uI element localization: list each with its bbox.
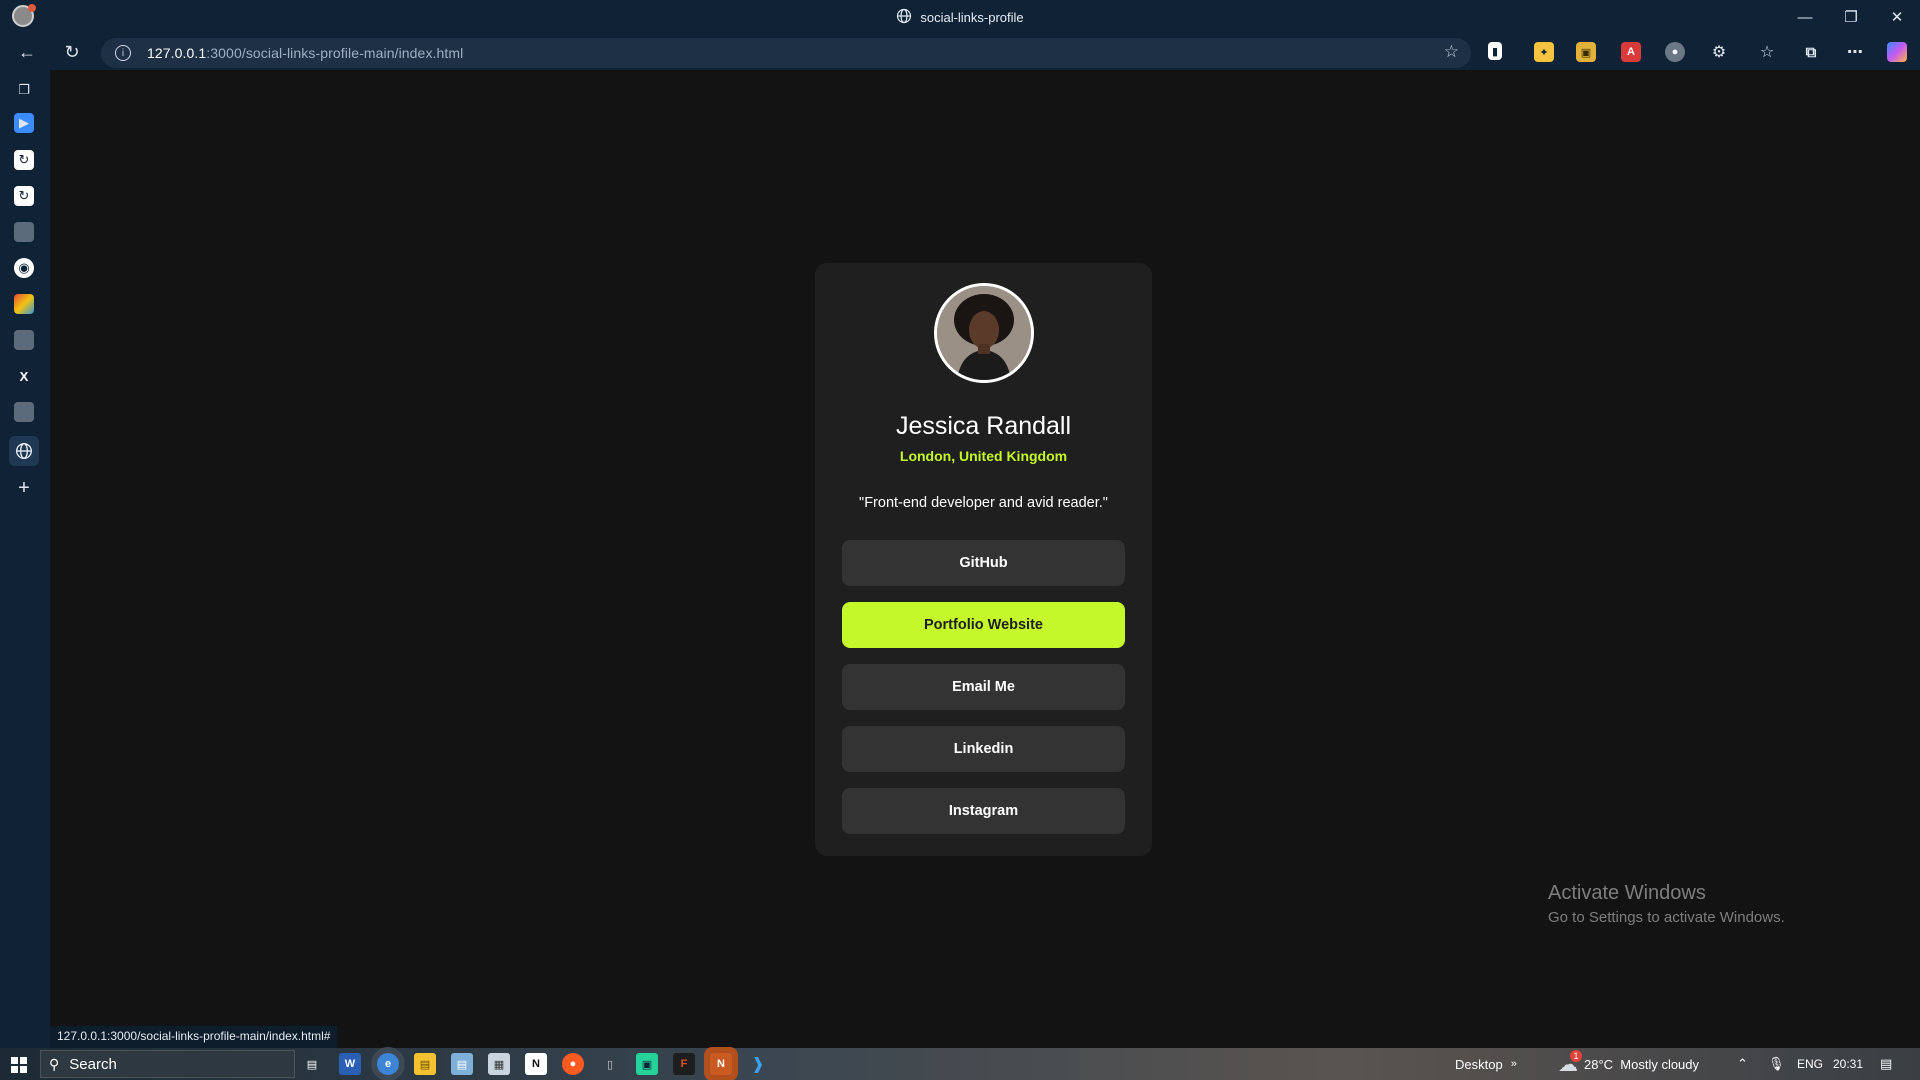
title-bar: social-links-profile — ❐ ✕ [0, 0, 1920, 34]
link-linkedin[interactable]: Linkedin [842, 726, 1125, 772]
tab-title: social-links-profile [920, 9, 1024, 25]
favorites-icon[interactable]: ☆ [1757, 42, 1777, 62]
info-icon[interactable]: i [115, 45, 131, 61]
file-explorer-icon[interactable]: ▤ [414, 1053, 436, 1075]
tab-actions-icon[interactable]: ❐ [14, 80, 34, 100]
profile-bio: "Front-end developer and avid reader." [859, 495, 1108, 511]
url-path: :3000/social-links-profile-main/index.ht… [206, 45, 464, 61]
chevron-icon: » [1510, 1058, 1517, 1070]
mic-icon[interactable]: 🎙 [1768, 1048, 1785, 1080]
globe-icon[interactable] [9, 436, 39, 466]
github-icon[interactable]: ◉ [14, 258, 34, 278]
taskbar: ⚲ Search ▤ W e ▤ ▤ ▦ N ● ▯ ▣ F N ❱ Deskt… [0, 1048, 1920, 1080]
figma-icon[interactable]: F [673, 1053, 695, 1075]
restore-button[interactable]: ❐ [1828, 0, 1874, 34]
extension-icon[interactable]: ● [1665, 42, 1685, 62]
more-icon[interactable]: ⋯ [1845, 42, 1865, 62]
app-icon[interactable] [14, 222, 34, 242]
chat-icon[interactable]: ▣ [636, 1053, 658, 1075]
activation-watermark: Activate Windows Go to Settings to activ… [1548, 882, 1785, 926]
weather-icon: ☁ 1 [1558, 1049, 1582, 1077]
weather-badge: 1 [1570, 1049, 1582, 1062]
link-github[interactable]: GitHub [842, 540, 1125, 586]
extensions-icon[interactable]: ⚙ [1709, 42, 1729, 62]
globe-icon [896, 8, 912, 27]
reddit-icon[interactable]: ● [562, 1053, 584, 1075]
url-host: 127.0.0.1 [147, 45, 207, 61]
app-icon[interactable] [14, 330, 34, 350]
address-url[interactable]: 127.0.0.1:3000/social-links-profile-main… [147, 45, 463, 61]
windows-icon[interactable] [11, 1057, 27, 1073]
collections-icon[interactable]: ⧉ [1801, 42, 1821, 62]
extension-icon[interactable]: ✦ [1534, 42, 1554, 62]
refresh-icon[interactable]: ↻ [58, 38, 86, 66]
notification-icon[interactable]: ▤ [1880, 1048, 1892, 1080]
close-button[interactable]: ✕ [1874, 0, 1920, 34]
task-view-icon[interactable]: ▤ [301, 1053, 323, 1075]
chevron-up-icon[interactable]: ⌃ [1737, 1048, 1748, 1080]
add-icon[interactable]: + [14, 477, 34, 499]
media-icon[interactable]: ▶ [14, 113, 34, 133]
reading-mode-icon[interactable]: ▮ [1488, 42, 1502, 60]
edge-icon[interactable]: e [377, 1053, 399, 1075]
app-icon[interactable] [14, 294, 34, 314]
weather-text: 28°C Mostly cloudy [1584, 1056, 1700, 1072]
search-icon: ⚲ [49, 1055, 60, 1072]
word-icon[interactable]: W [339, 1053, 361, 1075]
minimize-button[interactable]: — [1782, 0, 1828, 34]
avatar [934, 283, 1034, 383]
profile-name: Jessica Randall [895, 412, 1072, 440]
clock[interactable]: 20:31 [1833, 1048, 1863, 1080]
link-instagram[interactable]: Instagram [842, 788, 1125, 834]
desktop-label: Desktop [1455, 1056, 1503, 1072]
watermark-subtitle: Go to Settings to activate Windows. [1548, 909, 1785, 926]
usb-icon[interactable]: ▯ [599, 1053, 621, 1075]
navigation-bar: ← ↻ i 127.0.0.1:3000/social-links-profil… [0, 34, 1920, 70]
back-icon[interactable]: ← [13, 38, 41, 66]
extension-icon[interactable]: ▣ [1576, 42, 1596, 62]
notion-icon[interactable]: N [710, 1053, 732, 1075]
taskbar-search[interactable]: ⚲ Search [40, 1050, 295, 1078]
extension-icon[interactable]: A [1621, 42, 1641, 62]
status-url: 127.0.0.1:3000/social-links-profile-main… [50, 1026, 338, 1048]
watermark-title: Activate Windows [1548, 882, 1706, 904]
profile-location: London, United Kingdom [899, 448, 1068, 464]
app-icon[interactable]: ↻ [14, 150, 34, 170]
copilot-icon[interactable] [1887, 42, 1907, 62]
link-portfolio-website[interactable]: Portfolio Website [842, 602, 1125, 648]
vscode-icon[interactable]: ❱ [747, 1053, 769, 1075]
calculator-icon[interactable]: ▦ [488, 1053, 510, 1075]
link-email-me[interactable]: Email Me [842, 664, 1125, 710]
weather-widget[interactable]: ☁ 1 28°C Mostly cloudy [1558, 1048, 1699, 1080]
app-icon[interactable] [14, 402, 34, 422]
browser-sidebar: ❐ ▶ ↻ ↻ ◉ X + [0, 70, 50, 1048]
profile-card: Jessica Randall London, United Kingdom "… [815, 263, 1152, 856]
notepad-icon[interactable]: ▤ [451, 1053, 473, 1075]
taskbar-search-placeholder: Search [69, 1055, 117, 1073]
app-icon[interactable]: ↻ [14, 186, 34, 206]
x-icon[interactable]: X [14, 366, 34, 386]
tab-title-area: social-links-profile [0, 0, 1920, 34]
desktop-toolbar[interactable]: Desktop » [1455, 1048, 1517, 1080]
address-bar[interactable]: i 127.0.0.1:3000/social-links-profile-ma… [101, 38, 1471, 68]
notion-icon[interactable]: N [525, 1053, 547, 1075]
language-indicator[interactable]: ENG [1797, 1048, 1823, 1080]
star-icon[interactable]: ☆ [1444, 42, 1459, 62]
